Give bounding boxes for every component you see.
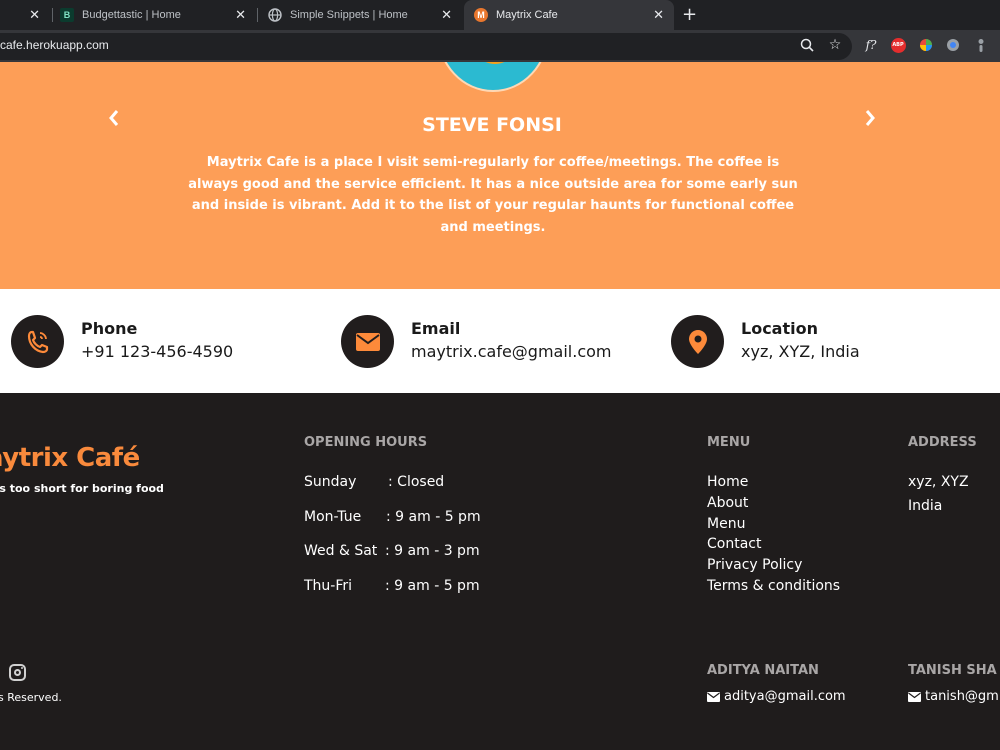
- reviewer-avatar: [437, 62, 549, 92]
- formula-extension-icon[interactable]: f?: [862, 36, 880, 54]
- maytrix-favicon: M: [474, 8, 488, 22]
- developer-name: ADITYA NAITAN: [707, 663, 819, 678]
- hours-day: Thu-Fri: [304, 578, 353, 594]
- hours-row: Thu-Fri : 9 am - 5 pm: [304, 578, 564, 598]
- site-footer: aytrix Café 's too short for boring food…: [0, 393, 1000, 750]
- envelope-icon: [707, 691, 720, 702]
- envelope-icon: [908, 691, 921, 702]
- tab-title: Simple Snippets | Home: [290, 9, 408, 21]
- hours-time: : 9 am - 5 pm: [386, 509, 481, 525]
- browser-tab[interactable]: Simple Snippets | Home ✕: [258, 0, 462, 30]
- hours-day: Mon-Tue: [304, 509, 362, 525]
- footer-link-terms[interactable]: Terms & conditions: [707, 578, 840, 594]
- footer-link-about[interactable]: About: [707, 495, 748, 511]
- coffee-cup-image: [469, 62, 521, 64]
- contact-phone-value[interactable]: +91 123-456-4590: [81, 342, 233, 361]
- hours-time: : 9 am - 5 pm: [385, 578, 480, 594]
- testimonial-quote: Maytrix Cafe is a place I visit semi-reg…: [188, 155, 798, 235]
- developer-name: TANISH SHA: [908, 663, 997, 678]
- profile-icon[interactable]: [972, 36, 990, 54]
- contact-strip: Phone +91 123-456-4590 Email maytrix.caf…: [0, 289, 1000, 393]
- url-text[interactable]: cafe.herokuapp.com: [0, 38, 109, 52]
- cafe-logo[interactable]: aytrix Café: [0, 443, 140, 473]
- copyright-text: s Reserved.: [0, 691, 62, 704]
- hours-day: Sunday: [304, 474, 357, 490]
- extension-icon[interactable]: [944, 36, 962, 54]
- browser-tab[interactable]: ✕: [0, 0, 50, 30]
- contact-email-title: Email: [411, 319, 461, 338]
- opening-hours-heading: OPENING HOURS: [304, 435, 428, 450]
- hours-row: Mon-Tue : 9 am - 5 pm: [304, 509, 564, 529]
- close-tab-icon[interactable]: ✕: [29, 7, 40, 23]
- footer-link-home[interactable]: Home: [707, 474, 748, 490]
- close-tab-icon[interactable]: ✕: [441, 7, 452, 23]
- bookmark-star-icon[interactable]: ☆: [826, 36, 844, 54]
- envelope-icon: [341, 315, 394, 368]
- instagram-icon[interactable]: [9, 664, 26, 681]
- footer-link-contact[interactable]: Contact: [707, 536, 761, 552]
- developer-email-text[interactable]: aditya@gmail.com: [724, 689, 846, 704]
- budgettastic-favicon: B: [60, 8, 74, 22]
- testimonial-section: STEVE FONSI Maytrix Cafe is a place I vi…: [0, 62, 1000, 289]
- footer-link-menu[interactable]: Menu: [707, 516, 745, 532]
- developer-email-text[interactable]: tanish@gm: [925, 689, 999, 704]
- phone-icon: [11, 315, 64, 368]
- contact-location-value: xyz, XYZ, India: [741, 342, 860, 361]
- address-heading: ADDRESS: [908, 435, 977, 450]
- address-line: xyz, XYZ: [908, 474, 969, 490]
- color-picker-icon[interactable]: [917, 36, 935, 54]
- map-pin-icon: [671, 315, 724, 368]
- footer-link-privacy[interactable]: Privacy Policy: [707, 557, 802, 573]
- developer-email[interactable]: aditya@gmail.com: [707, 689, 846, 704]
- hours-time: : Closed: [388, 474, 445, 490]
- browser-tab[interactable]: B Budgettastic | Home ✕: [52, 0, 256, 30]
- browser-toolbar: [0, 30, 1000, 62]
- contact-email-value[interactable]: maytrix.cafe@gmail.com: [411, 342, 611, 361]
- zoom-icon[interactable]: [798, 36, 816, 54]
- contact-location-title: Location: [741, 319, 818, 338]
- logo-tagline: 's too short for boring food: [0, 482, 164, 495]
- tab-title: Budgettastic | Home: [82, 9, 181, 21]
- contact-phone-title: Phone: [81, 319, 138, 338]
- browser-tab-strip: ✕ B Budgettastic | Home ✕ Simple Snippet…: [0, 0, 1000, 30]
- developer-email[interactable]: tanish@gm: [908, 689, 999, 704]
- hours-day: Wed & Sat: [304, 543, 378, 559]
- browser-tab-active[interactable]: M Maytrix Cafe ✕: [464, 0, 674, 30]
- address-bar[interactable]: [0, 33, 852, 60]
- hours-row: Wed & Sat : 9 am - 3 pm: [304, 543, 564, 563]
- menu-heading: MENU: [707, 435, 751, 450]
- reviewer-name: STEVE FONSI: [422, 114, 562, 136]
- globe-icon: [268, 8, 282, 22]
- hours-row: Sunday : Closed: [304, 474, 564, 494]
- hours-time: : 9 am - 3 pm: [385, 543, 480, 559]
- close-tab-icon[interactable]: ✕: [653, 7, 664, 23]
- tab-title: Maytrix Cafe: [496, 9, 558, 21]
- adblock-icon[interactable]: ABP: [889, 36, 907, 54]
- address-line: India: [908, 498, 943, 514]
- close-tab-icon[interactable]: ✕: [235, 7, 246, 23]
- new-tab-button[interactable]: +: [682, 4, 697, 25]
